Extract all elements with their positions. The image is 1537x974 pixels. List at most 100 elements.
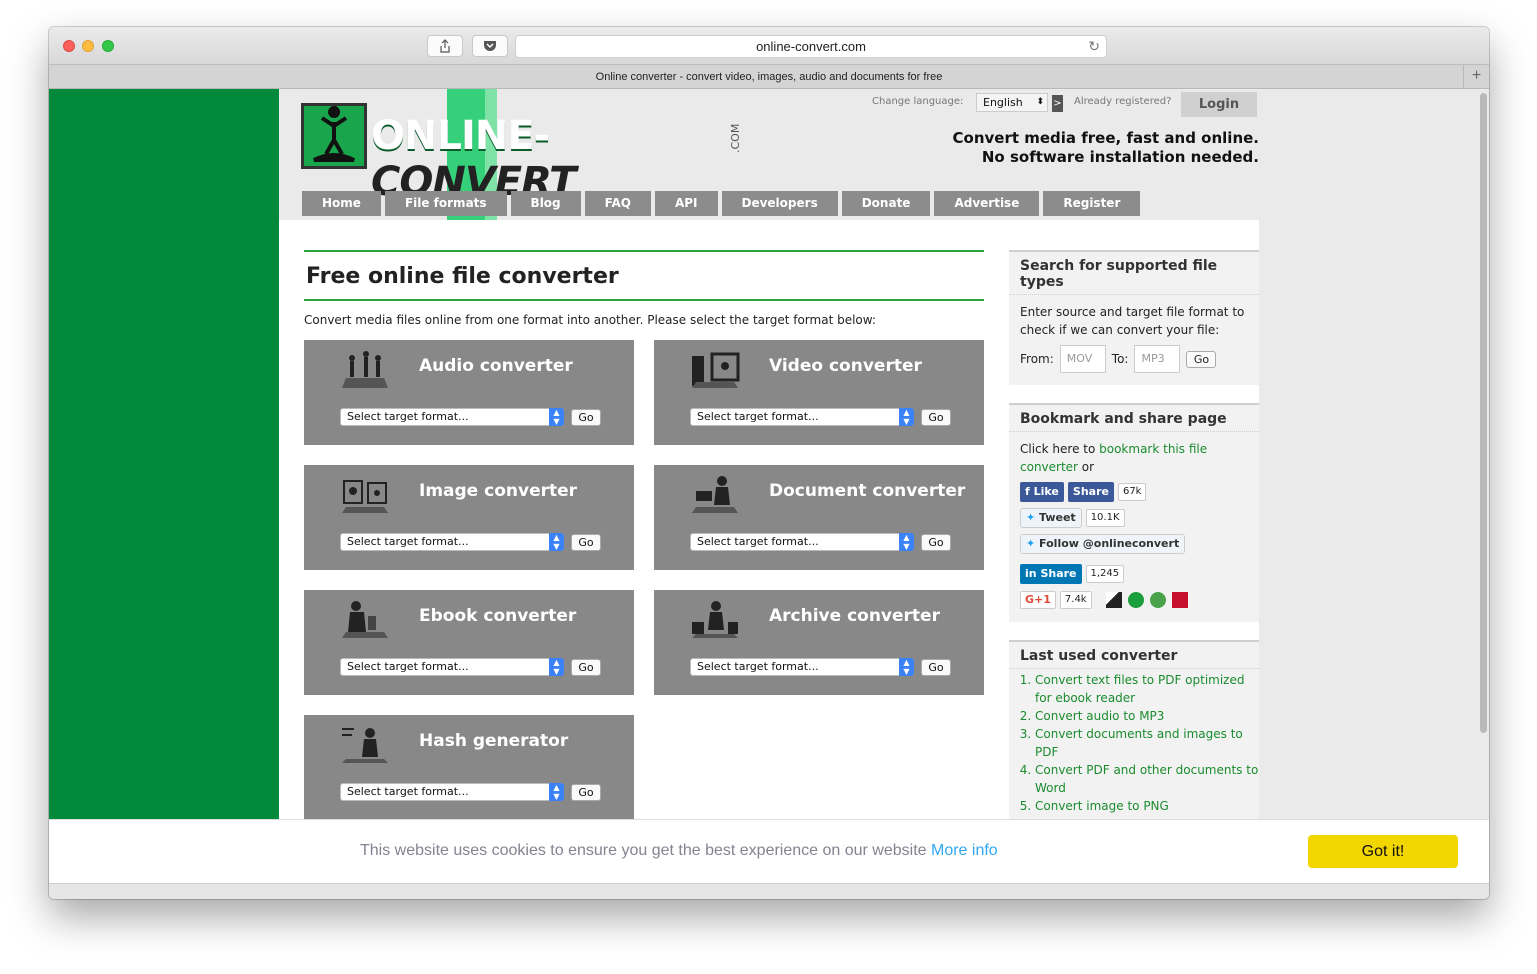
language-value: English	[983, 96, 1023, 109]
google-plus-button[interactable]: G+1	[1020, 591, 1056, 609]
target-format-select[interactable]: Select target format... ▲ ▼	[690, 533, 914, 551]
page-title: Free online file converter	[304, 250, 984, 301]
facebook-like-button[interactable]: f Like	[1020, 482, 1064, 502]
new-tab-icon[interactable]: +	[1463, 65, 1489, 89]
select-placeholder: Select target format...	[347, 535, 469, 548]
reload-icon[interactable]: ↻	[1088, 36, 1100, 57]
video-converter-icon	[692, 352, 740, 388]
linkedin-share-button[interactable]: in Share	[1020, 564, 1082, 584]
from-format-input[interactable]: MOV	[1059, 345, 1106, 373]
select-placeholder: Select target format...	[347, 660, 469, 673]
logo-com-text: .COM	[729, 123, 742, 153]
go-button[interactable]: Go	[571, 534, 601, 551]
facebook-share-button[interactable]: Share	[1067, 482, 1114, 502]
follow-button[interactable]: ✦ Follow @onlineconvert	[1020, 534, 1186, 554]
url-text: online-convert.com	[756, 39, 866, 54]
go-button[interactable]: Go	[571, 409, 601, 426]
go-button[interactable]: Go	[921, 534, 951, 551]
last-used-item[interactable]: Convert text files to PDF optimized for …	[1035, 671, 1259, 707]
minimize-window-button[interactable]	[82, 40, 94, 52]
last-used-item[interactable]: Convert audio to MP3	[1035, 707, 1259, 725]
target-format-select[interactable]: Select target format... ▲ ▼	[690, 658, 914, 676]
cookie-more-info-link[interactable]: More info	[931, 842, 998, 859]
go-button[interactable]: Go	[921, 659, 951, 676]
nav-advertise[interactable]: Advertise	[934, 191, 1040, 216]
last-used-item[interactable]: Convert image to PNG	[1035, 797, 1259, 815]
nav-register[interactable]: Register	[1043, 191, 1141, 216]
tagline: Convert media free, fast and online. No …	[953, 129, 1260, 167]
linkedin-icon: in	[1025, 567, 1041, 580]
pocket-button[interactable]	[472, 35, 508, 57]
nav-donate[interactable]: Donate	[841, 191, 931, 216]
go-button[interactable]: Go	[571, 659, 601, 676]
target-format-select[interactable]: Select target format... ▲ ▼	[340, 408, 564, 426]
share-icon	[440, 39, 450, 53]
search-file-types-box: Search for supported file types Enter so…	[1009, 250, 1259, 385]
browser-window: online-convert.com ↻ Online converter - …	[49, 27, 1489, 899]
tagline-line2: No software installation needed.	[981, 148, 1259, 166]
select-arrows-icon: ▲ ▼	[549, 533, 564, 551]
main-nav: Home File formats Blog FAQ API Developer…	[302, 191, 1144, 216]
bookmark-text-after: or	[1077, 460, 1095, 474]
ebook-converter-icon	[342, 601, 388, 638]
myspace-icon[interactable]	[1149, 592, 1166, 608]
select-placeholder: Select target format...	[697, 660, 819, 673]
archive-converter-icon	[692, 601, 738, 638]
nav-faq[interactable]: FAQ	[584, 191, 651, 216]
login-button[interactable]: Login	[1181, 92, 1257, 117]
box-heading: Search for supported file types	[1009, 252, 1259, 295]
language-go-button[interactable]: >	[1052, 95, 1063, 112]
address-bar[interactable]: online-convert.com ↻	[515, 35, 1107, 58]
image-converter-card: Image converter Select target format... ▲…	[304, 465, 634, 570]
follow-label: Follow @onlineconvert	[1039, 537, 1180, 550]
twitter-bird-icon: ✦	[1026, 537, 1040, 550]
converter-title: Ebook converter	[419, 606, 577, 626]
box-heading: Last used converter	[1009, 642, 1259, 669]
select-placeholder: Select target format...	[697, 535, 819, 548]
nav-home[interactable]: Home	[302, 191, 381, 216]
language-select[interactable]: English ⬍	[976, 93, 1048, 112]
select-arrows-icon: ⬍	[1036, 97, 1044, 107]
nav-developers[interactable]: Developers	[721, 191, 838, 216]
facebook-count: 67k	[1117, 483, 1147, 501]
target-format-select[interactable]: Select target format... ▲ ▼	[340, 658, 564, 676]
tweet-button[interactable]: ✦ Tweet	[1020, 508, 1082, 528]
to-label: To:	[1111, 352, 1129, 366]
image-converter-icon	[342, 480, 388, 513]
bookmark-text: Click here to bookmark this file convert…	[1020, 440, 1248, 476]
site-logo[interactable]: ONLINE-CONVERT .COM	[301, 103, 751, 205]
delicious-icon[interactable]	[1105, 592, 1122, 608]
from-label: From:	[1020, 352, 1054, 366]
ebook-converter-card: Ebook converter Select target format... ▲…	[304, 590, 634, 695]
last-used-item[interactable]: Convert documents and images to PDF	[1035, 725, 1259, 761]
go-button[interactable]: Go	[921, 409, 951, 426]
audio-converter-icon	[342, 351, 388, 388]
target-format-select[interactable]: Select target format... ▲ ▼	[340, 533, 564, 551]
go-button[interactable]: Go	[571, 784, 601, 801]
close-window-button[interactable]	[63, 40, 75, 52]
select-arrows-icon: ▲ ▼	[899, 533, 914, 551]
logo-figure-icon	[301, 103, 367, 169]
search-go-button[interactable]: Go	[1186, 350, 1217, 368]
stumbleupon-icon[interactable]	[1127, 592, 1144, 608]
vertical-scrollbar[interactable]	[1480, 93, 1487, 733]
target-format-select[interactable]: Select target format... ▲ ▼	[340, 783, 564, 801]
share-button[interactable]	[427, 35, 463, 57]
converter-title: Hash generator	[419, 731, 569, 751]
audio-converter-card: Audio converter Select target format... ▲…	[304, 340, 634, 445]
target-format-select[interactable]: Select target format... ▲ ▼	[690, 408, 914, 426]
nav-api[interactable]: API	[654, 191, 718, 216]
tab-bar: Online converter - convert video, images…	[49, 65, 1489, 89]
main-content: Free online file converter Convert media…	[279, 220, 1259, 882]
nav-blog[interactable]: Blog	[510, 191, 581, 216]
tab-title[interactable]: Online converter - convert video, images…	[596, 71, 943, 83]
blinklist-icon[interactable]	[1171, 592, 1188, 608]
to-format-input[interactable]: MP3	[1134, 345, 1181, 373]
nav-file-formats[interactable]: File formats	[384, 191, 507, 216]
cookie-accept-button[interactable]: Got it!	[1308, 835, 1458, 868]
follow-row: ✦ Follow @onlineconvert	[1020, 534, 1248, 554]
last-used-item[interactable]: Convert PDF and other documents to Word	[1035, 761, 1259, 797]
converter-title: Archive converter	[769, 606, 940, 626]
zoom-window-button[interactable]	[102, 40, 114, 52]
select-arrows-icon: ▲ ▼	[899, 408, 914, 426]
